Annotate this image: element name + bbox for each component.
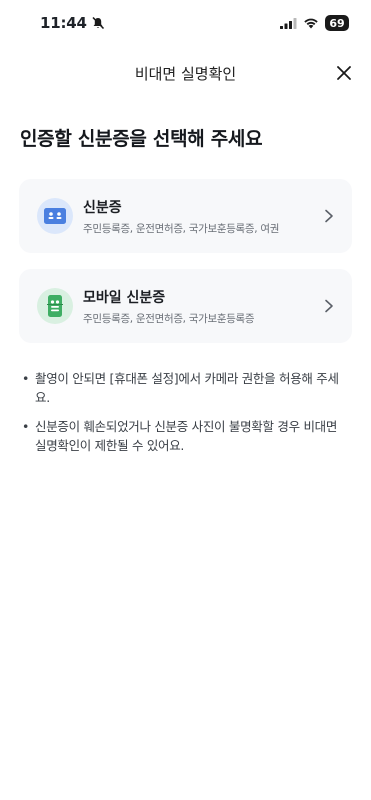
option-text: 모바일 신분증 주민등록증, 운전면허증, 국가보훈등록증 — [83, 287, 334, 326]
mobile-id-icon — [47, 295, 63, 317]
option-description: 주민등록증, 운전면허증, 국가보훈등록증 — [83, 312, 255, 325]
battery-indicator: 69 — [325, 15, 349, 31]
signal-icon — [280, 17, 297, 29]
option-icon-wrapper — [37, 198, 73, 234]
status-time-group: 11:44 — [40, 14, 105, 32]
status-indicators: 69 — [280, 15, 349, 31]
notice-item: • 촬영이 안되면 [휴대폰 설정]에서 카메라 권한을 허용해 주세요. — [22, 369, 351, 407]
option-title: 신분증 — [83, 199, 122, 216]
option-text: 신분증 주민등록증, 운전면허증, 국가보훈등록증, 여권 — [83, 197, 334, 236]
option-id-card[interactable]: 신분증 주민등록증, 운전면허증, 국가보훈등록증, 여권 — [19, 179, 352, 253]
option-description: 주민등록증, 운전면허증, 국가보훈등록증, 여권 — [83, 222, 280, 235]
close-icon — [337, 66, 351, 80]
chevron-right-icon — [325, 299, 333, 313]
notice-text: 신분증이 훼손되었거나 신분증 사진이 불명확할 경우 비대면 실명확인이 제한… — [35, 419, 338, 453]
id-options-list: 신분증 주민등록증, 운전면허증, 국가보훈등록증, 여권 모바일 신분증 주민… — [0, 179, 371, 343]
bullet-icon: • — [22, 371, 30, 386]
notice-text: 촬영이 안되면 [휴대폰 설정]에서 카메라 권한을 허용해 주세요. — [35, 371, 339, 405]
wifi-icon — [304, 18, 318, 29]
option-mobile-id[interactable]: 모바일 신분증 주민등록증, 운전면허증, 국가보훈등록증 — [19, 269, 352, 343]
nav-bar: 비대면 실명확인 — [0, 46, 371, 100]
close-button[interactable] — [331, 60, 357, 86]
notice-item: • 신분증이 훼손되었거나 신분증 사진이 불명확할 경우 비대면 실명확인이 … — [22, 417, 351, 455]
page-title: 비대면 실명확인 — [134, 64, 237, 83]
notice-list: • 촬영이 안되면 [휴대폰 설정]에서 카메라 권한을 허용해 주세요. • … — [0, 369, 371, 455]
bell-muted-icon — [92, 16, 104, 30]
bullet-icon: • — [22, 419, 30, 434]
clock: 11:44 — [40, 14, 87, 32]
option-title: 모바일 신분증 — [83, 289, 166, 306]
status-bar: 11:44 69 — [0, 0, 371, 46]
chevron-right-icon — [325, 209, 333, 223]
id-card-icon — [44, 208, 66, 224]
page-heading: 인증할 신분증을 선택해 주세요 — [20, 128, 263, 150]
option-icon-wrapper — [37, 288, 73, 324]
